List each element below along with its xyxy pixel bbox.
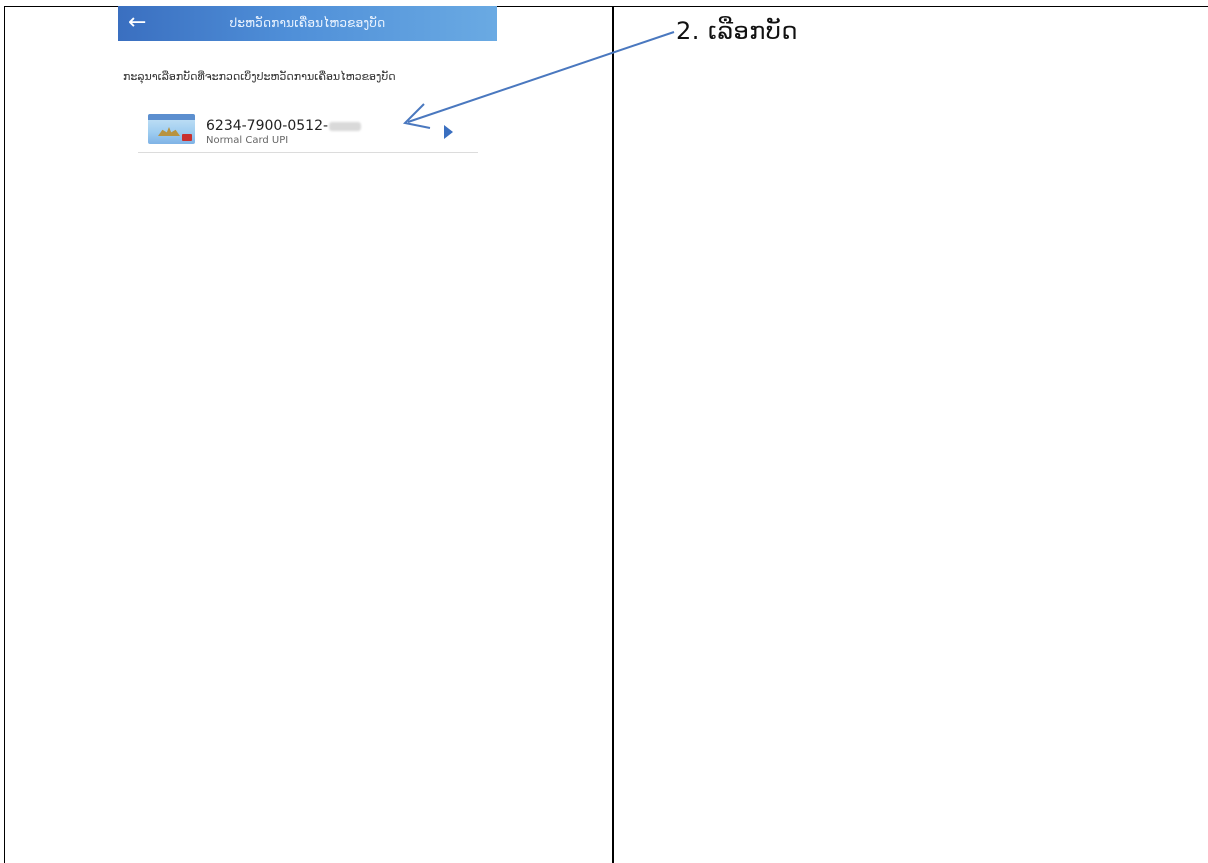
annotation-arrow-line <box>407 31 675 123</box>
annotation-arrow <box>402 31 675 129</box>
